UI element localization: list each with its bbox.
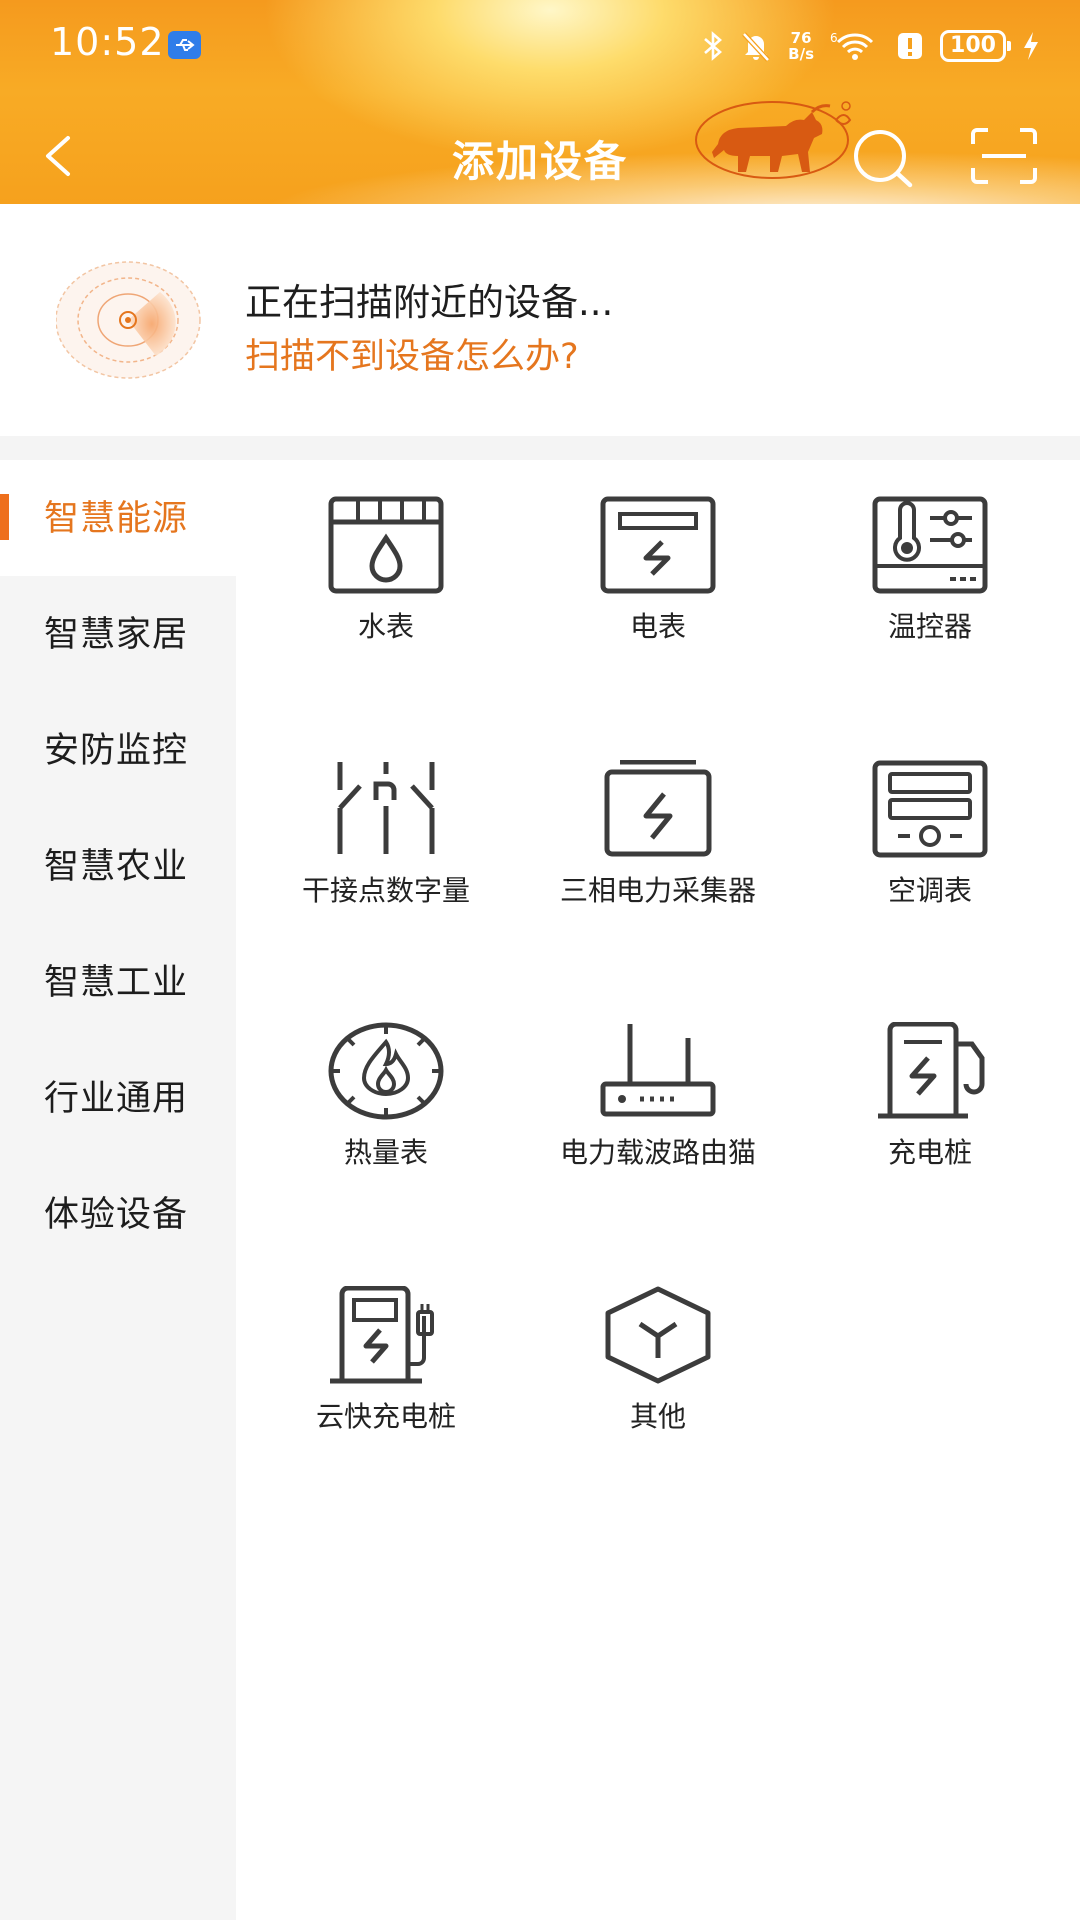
- sidebar-item-demo-devices[interactable]: 体验设备: [0, 1156, 236, 1272]
- heat-meter-icon: [328, 1022, 444, 1120]
- svg-text:6: 6: [830, 31, 838, 45]
- device-label: 三相电力采集器: [560, 874, 757, 907]
- device-label: 干接点数字量: [301, 874, 470, 907]
- device-label: 温控器: [887, 610, 972, 643]
- dry-contact-icon: [337, 762, 435, 854]
- power-collector-icon: [604, 760, 712, 857]
- sidebar-item-security[interactable]: 安防监控: [0, 692, 236, 808]
- category-sidebar: 智慧能源 智慧家居 安防监控 智慧农业 智慧工业 行业通用 体验设备: [0, 460, 236, 1920]
- device-heat-meter[interactable]: 热量表: [266, 1022, 506, 1169]
- status-icons: 76 B/s 6 100: [702, 26, 1040, 66]
- mute-bell-icon: [742, 32, 770, 62]
- active-indicator: [0, 494, 9, 540]
- device-plc-router[interactable]: 电力载波路由猫: [538, 1022, 778, 1169]
- status-bar: 10:52 76 B/s 6 100: [0, 0, 1080, 90]
- device-label: 空调表: [887, 874, 972, 907]
- device-label: 云快充电桩: [315, 1400, 456, 1433]
- usb-debug-icon: [168, 31, 201, 59]
- radar-scan-icon: [56, 261, 201, 379]
- network-speed: 76 B/s: [788, 30, 814, 62]
- network-speed-unit: B/s: [788, 45, 814, 63]
- scan-panel: 正在扫描附近的设备... 扫描不到设备怎么办?: [0, 204, 1080, 436]
- sidebar-item-smart-industry[interactable]: 智慧工业: [0, 924, 236, 1040]
- page-title: 添加设备: [451, 137, 628, 186]
- charging-bolt-icon: [1024, 32, 1038, 60]
- sidebar-item-label: 智慧农业: [44, 847, 189, 887]
- sidebar-item-label: 智慧工业: [44, 963, 189, 1003]
- device-electric-meter[interactable]: 电表: [538, 496, 778, 643]
- bluetooth-icon: [704, 31, 723, 61]
- device-other[interactable]: 其他: [538, 1286, 778, 1433]
- bull-logo: [695, 101, 852, 179]
- device-ac-meter[interactable]: 空调表: [810, 760, 1050, 907]
- thermostat-icon: [872, 496, 988, 594]
- water-meter-icon: [328, 496, 444, 594]
- scan-code-icon[interactable]: [970, 128, 1038, 184]
- electric-meter-icon: [600, 496, 716, 594]
- alert-icon: [898, 33, 922, 59]
- device-label: 充电桩: [887, 1136, 972, 1169]
- device-label: 电表: [629, 610, 686, 643]
- section-divider: [0, 436, 1080, 460]
- scan-status-text: 正在扫描附近的设备...: [245, 281, 614, 324]
- charging-pile-icon: [878, 1022, 985, 1119]
- router-icon: [600, 1024, 716, 1117]
- device-water-meter[interactable]: 水表: [266, 496, 506, 643]
- search-icon[interactable]: [852, 128, 914, 188]
- device-grid: 水表 电表 温控器 干接点数字量 三相电力采集器 空调表 热量表 电力载波路由猫…: [236, 460, 1080, 1920]
- sidebar-item-smart-home[interactable]: 智慧家居: [0, 576, 236, 692]
- sidebar-item-label: 智慧家居: [44, 615, 189, 655]
- sidebar-item-label: 智慧能源: [44, 499, 189, 539]
- sidebar-item-smart-agriculture[interactable]: 智慧农业: [0, 808, 236, 924]
- device-power-collector[interactable]: 三相电力采集器: [538, 760, 778, 907]
- wifi-icon: 6: [830, 31, 874, 60]
- cloud-charging-pile-icon: [330, 1286, 434, 1384]
- sidebar-item-label: 体验设备: [44, 1195, 189, 1235]
- ac-meter-icon: [872, 760, 988, 858]
- app-header: 10:52 76 B/s 6 100 添加设备: [0, 0, 1080, 204]
- device-label: 电力载波路由猫: [560, 1136, 757, 1169]
- device-label: 水表: [357, 610, 414, 643]
- battery-indicator: 100: [940, 30, 1011, 62]
- scan-help-link[interactable]: 扫描不到设备怎么办?: [245, 328, 579, 379]
- sidebar-item-smart-energy[interactable]: 智慧能源: [0, 460, 236, 576]
- status-time: 10:52: [50, 20, 165, 64]
- device-thermostat[interactable]: 温控器: [810, 496, 1050, 643]
- sidebar-item-industry-general[interactable]: 行业通用: [0, 1040, 236, 1156]
- device-label: 热量表: [343, 1136, 428, 1169]
- network-speed-value: 76: [790, 29, 812, 47]
- device-label: 其他: [629, 1400, 686, 1433]
- device-charging-pile[interactable]: 充电桩: [810, 1022, 1050, 1169]
- sidebar-item-label: 安防监控: [44, 731, 189, 771]
- device-cloud-charging-pile[interactable]: 云快充电桩: [266, 1286, 506, 1433]
- cube-icon: [605, 1286, 711, 1384]
- device-dry-contact[interactable]: 干接点数字量: [266, 760, 506, 907]
- sidebar-item-label: 行业通用: [44, 1079, 189, 1119]
